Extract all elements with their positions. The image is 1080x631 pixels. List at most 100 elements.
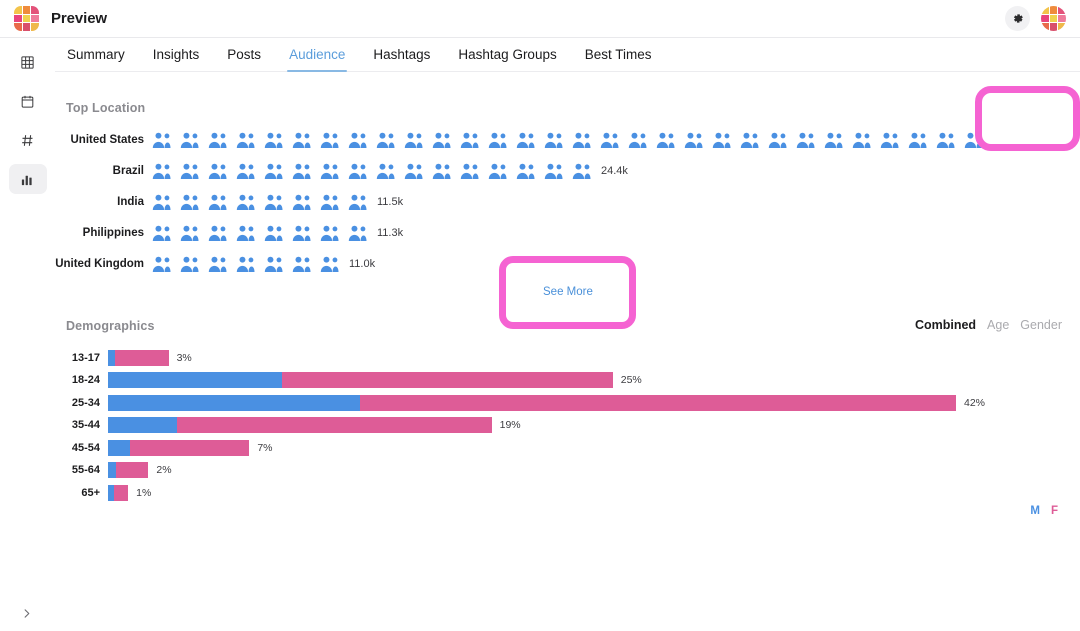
demographics-value: 3% xyxy=(176,352,192,364)
stacked-bar xyxy=(108,440,250,456)
location-pictogram-group xyxy=(152,194,368,211)
tab-posts[interactable]: Posts xyxy=(227,47,261,71)
demographics-row: 18-24 25% xyxy=(0,371,642,389)
people-icon xyxy=(152,256,172,273)
gear-icon[interactable] xyxy=(1005,6,1030,31)
bar-segment-female xyxy=(116,462,149,478)
demographics-row: 13-17 3% xyxy=(0,349,192,367)
people-icon xyxy=(264,132,284,149)
bar-segment-male xyxy=(108,372,282,388)
people-icon xyxy=(208,132,228,149)
people-icon xyxy=(264,256,284,273)
chevron-right-icon[interactable] xyxy=(16,603,36,623)
see-more-button[interactable]: See More xyxy=(543,286,593,298)
demographics-row: 55-64 2% xyxy=(0,461,172,479)
people-icon xyxy=(460,132,480,149)
people-icon xyxy=(404,132,424,149)
stacked-bar xyxy=(108,372,613,388)
bar-segment-female xyxy=(176,417,492,433)
bar-segment-male xyxy=(108,395,361,411)
location-row: Philippines 11.3k xyxy=(0,221,403,245)
logo-cell xyxy=(31,6,39,14)
people-icon xyxy=(404,163,424,180)
demographics-value: 25% xyxy=(620,374,642,386)
tab-best-times[interactable]: Best Times xyxy=(585,47,652,71)
bar-segment-female xyxy=(360,395,956,411)
tab-insights[interactable]: Insights xyxy=(153,47,200,71)
people-icon xyxy=(320,256,340,273)
location-value: 11.0k xyxy=(349,258,376,270)
people-icon xyxy=(488,163,508,180)
people-icon xyxy=(180,225,200,242)
people-icon xyxy=(208,163,228,180)
people-icon xyxy=(208,194,228,211)
location-row: India 11.5k xyxy=(0,190,403,214)
people-icon xyxy=(292,163,312,180)
toggle-option-gender[interactable]: Gender xyxy=(1020,318,1062,332)
preview-grid-logo-icon xyxy=(14,6,39,31)
gender-legend: MF xyxy=(1030,505,1058,517)
location-pictogram-group xyxy=(152,256,340,273)
top-bar-actions xyxy=(1005,6,1066,31)
bar-segment-female xyxy=(114,485,129,501)
tab-audience[interactable]: Audience xyxy=(287,47,348,72)
people-icon xyxy=(264,194,284,211)
app-root: Preview Summary Insights Posts Audience … xyxy=(0,0,1080,631)
stacked-bar xyxy=(108,350,169,366)
toggle-option-city[interactable]: City xyxy=(1042,100,1064,114)
stacked-bar xyxy=(108,462,149,478)
toggle-option-country[interactable]: Country xyxy=(984,100,1032,114)
logo-cell xyxy=(1041,6,1049,14)
logo-cell xyxy=(1041,14,1049,23)
demographics-row: 25-34 42% xyxy=(0,394,985,412)
stacked-bar xyxy=(108,485,129,501)
logo-cell xyxy=(14,6,22,14)
people-icon xyxy=(908,132,928,149)
tab-hashtag-groups[interactable]: Hashtag Groups xyxy=(458,47,556,71)
logo-cell xyxy=(1049,14,1058,23)
demographics-value: 7% xyxy=(257,442,273,454)
age-range-label: 13-17 xyxy=(71,352,100,364)
location-label: Brazil xyxy=(112,165,144,177)
people-icon xyxy=(768,132,788,149)
tab-summary[interactable]: Summary xyxy=(67,47,125,71)
sidebar-item-calendar[interactable] xyxy=(9,86,47,116)
sidebar-item-grid[interactable] xyxy=(9,47,47,77)
people-icon xyxy=(152,132,172,149)
people-icon xyxy=(936,132,956,149)
people-icon xyxy=(348,194,368,211)
people-icon xyxy=(880,132,900,149)
tab-bar: Summary Insights Posts Audience Hashtags Hash… xyxy=(55,38,1080,72)
people-icon xyxy=(740,132,760,149)
country-city-toggle: Country City xyxy=(984,100,1064,114)
people-icon xyxy=(488,132,508,149)
people-icon xyxy=(656,132,676,149)
logo-cell xyxy=(31,14,39,23)
logo-cell xyxy=(1049,23,1058,31)
people-icon xyxy=(320,132,340,149)
people-icon xyxy=(544,163,564,180)
toggle-option-combined[interactable]: Combined xyxy=(915,318,976,332)
age-range-label: 35-44 xyxy=(71,419,100,431)
people-icon xyxy=(152,225,172,242)
people-icon xyxy=(236,256,256,273)
legend-item-f[interactable]: F xyxy=(1051,505,1058,517)
people-icon xyxy=(684,132,704,149)
tab-hashtags[interactable]: Hashtags xyxy=(373,47,430,71)
location-label: United Kingdom xyxy=(55,258,144,270)
people-icon xyxy=(460,163,480,180)
demographics-row: 65+ 1% xyxy=(0,484,151,502)
bar-segment-male xyxy=(108,440,131,456)
brand[interactable]: Preview xyxy=(14,6,107,31)
people-icon xyxy=(600,132,620,149)
people-icon xyxy=(292,132,312,149)
people-icon xyxy=(292,256,312,273)
legend-item-m[interactable]: M xyxy=(1030,505,1040,517)
profile-grid-avatar[interactable] xyxy=(1041,6,1066,31)
location-pictogram-group xyxy=(152,132,1040,149)
people-icon xyxy=(348,132,368,149)
toggle-option-age[interactable]: Age xyxy=(987,318,1009,332)
people-icon xyxy=(516,132,536,149)
people-icon xyxy=(376,163,396,180)
logo-cell xyxy=(1058,6,1066,14)
